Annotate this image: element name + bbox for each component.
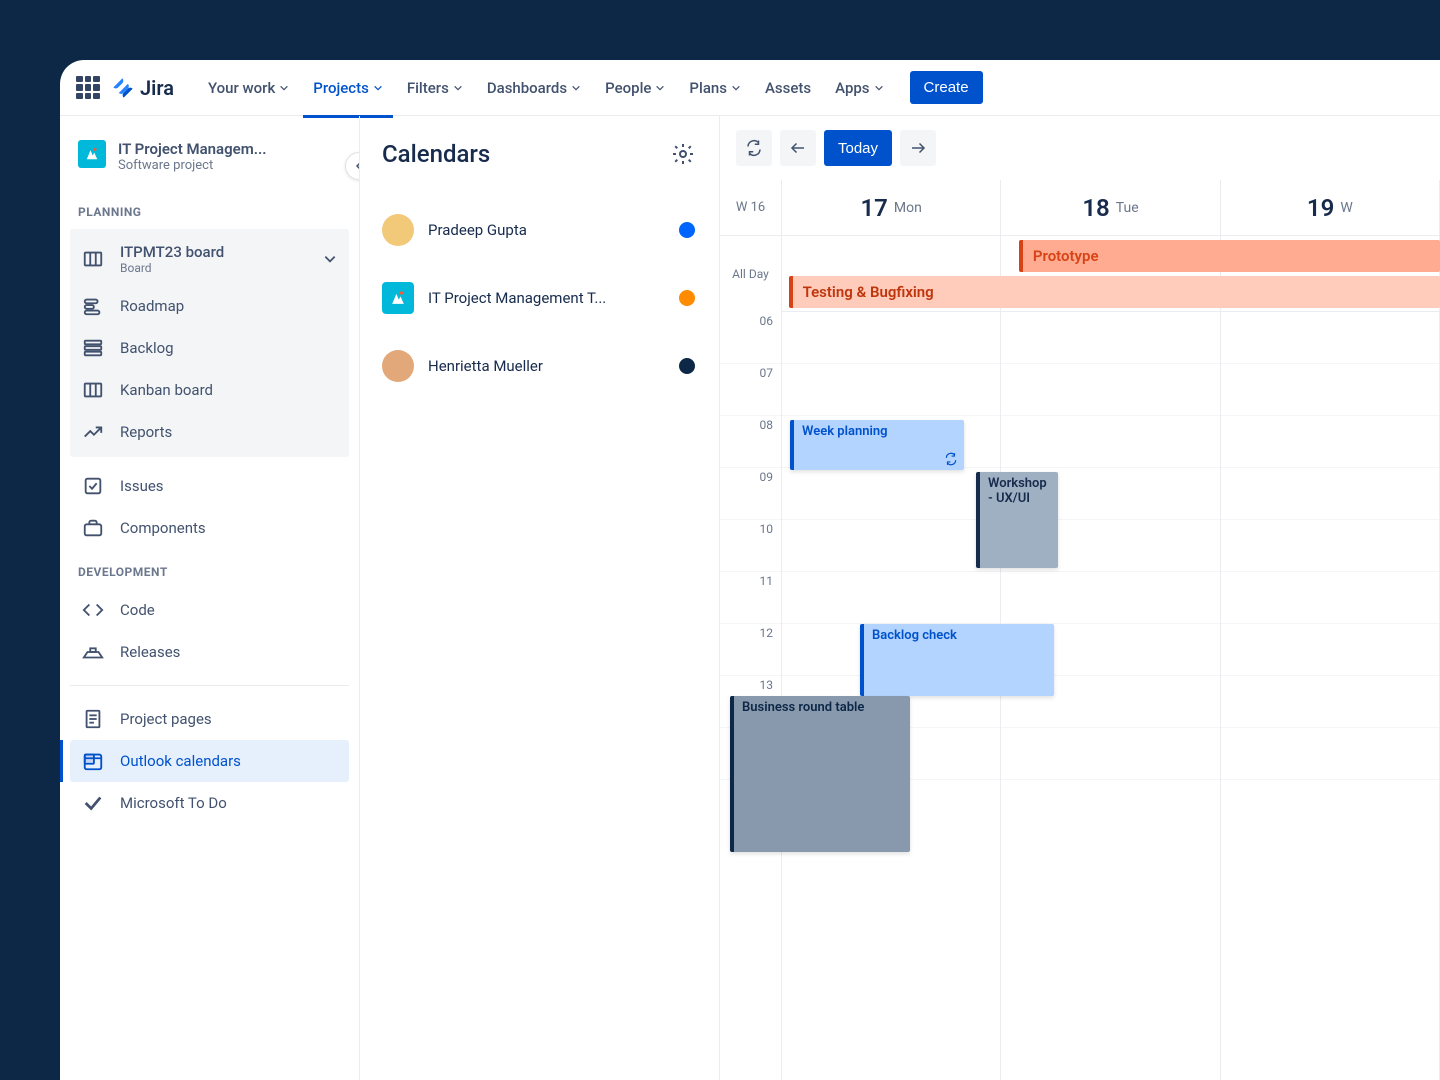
week-label: W 16 (736, 200, 765, 215)
sidebar-issues[interactable]: Issues (70, 465, 349, 507)
project-name: IT Project Managem... (118, 140, 267, 158)
calendar-toolbar: Today (720, 116, 1440, 180)
chevron-down-icon (453, 83, 463, 93)
gear-icon[interactable] (671, 142, 695, 166)
page-icon (82, 708, 104, 730)
nav-projects[interactable]: Projects (303, 73, 393, 103)
app-switcher-icon[interactable] (76, 76, 100, 100)
allday-label: All Day (720, 236, 781, 312)
components-icon (82, 517, 104, 539)
arrow-left-icon (789, 139, 807, 157)
next-button[interactable] (900, 130, 936, 166)
sidebar-project-pages[interactable]: Project pages (70, 698, 349, 740)
sidebar-board-selector[interactable]: ITPMT23 board Board (70, 233, 349, 285)
project-type: Software project (118, 158, 267, 173)
calendar-name: IT Project Management T... (428, 289, 665, 307)
calendar-item[interactable]: IT Project Management T... (382, 264, 695, 332)
divider (70, 685, 349, 686)
calendar-event[interactable]: Business round table (730, 696, 910, 852)
calendar-color-dot (679, 290, 695, 306)
outlook-calendar-icon (82, 750, 104, 772)
sidebar-components[interactable]: Components (70, 507, 349, 549)
sidebar-roadmap[interactable]: Roadmap (70, 285, 349, 327)
nav-plans[interactable]: Plans (679, 73, 751, 103)
kanban-icon (82, 379, 104, 401)
chevron-down-icon (373, 83, 383, 93)
sidebar: IT Project Managem... Software project P… (60, 116, 360, 1080)
sync-button[interactable] (736, 130, 772, 166)
calendars-title: Calendars (382, 140, 490, 168)
nav-assets[interactable]: Assets (755, 73, 821, 103)
calendar-color-dot (679, 222, 695, 238)
day-header[interactable]: 17Mon (782, 180, 1000, 236)
issues-icon (82, 475, 104, 497)
board-icon (82, 248, 104, 270)
calendar-name: Pradeep Gupta (428, 221, 665, 239)
sidebar-releases[interactable]: Releases (70, 631, 349, 673)
calendar-item[interactable]: Pradeep Gupta (382, 196, 695, 264)
calendars-panel: Calendars Pradeep Gupta IT Project Manage… (360, 116, 720, 1080)
time-label: 06 (720, 312, 781, 364)
sidebar-reports[interactable]: Reports (70, 411, 349, 453)
time-label: 09 (720, 468, 781, 520)
allday-event[interactable]: Testing & Bugfixing (789, 276, 1440, 308)
sidebar-backlog[interactable]: Backlog (70, 327, 349, 369)
time-label: 11 (720, 572, 781, 624)
sync-icon (745, 139, 763, 157)
sync-icon (944, 452, 958, 466)
sidebar-code[interactable]: Code (70, 589, 349, 631)
time-label: 07 (720, 364, 781, 416)
nav-people[interactable]: People (595, 73, 675, 103)
calendar-avatar (382, 282, 414, 314)
project-avatar-icon (78, 140, 106, 168)
roadmap-icon (82, 295, 104, 317)
nav-dashboards[interactable]: Dashboards (477, 73, 591, 103)
time-label: 10 (720, 520, 781, 572)
code-icon (82, 599, 104, 621)
day-header[interactable]: 19W (1221, 180, 1439, 236)
calendar-event[interactable]: Workshop - UX/UI (976, 472, 1058, 568)
calendar-item[interactable]: Henrietta Mueller (382, 332, 695, 400)
chevron-down-icon (874, 83, 884, 93)
create-button[interactable]: Create (910, 71, 983, 104)
calendar-name: Henrietta Mueller (428, 357, 665, 375)
section-planning-label: PLANNING (70, 189, 349, 229)
section-development-label: DEVELOPMENT (70, 549, 349, 589)
calendar-avatar (382, 214, 414, 246)
allday-event[interactable]: Prototype (1019, 240, 1440, 272)
arrow-right-icon (909, 139, 927, 157)
jira-logo[interactable]: Jira (112, 76, 174, 100)
prev-button[interactable] (780, 130, 816, 166)
chevron-down-icon (571, 83, 581, 93)
nav-filters[interactable]: Filters (397, 73, 473, 103)
releases-icon (82, 641, 104, 663)
chevron-down-icon (731, 83, 741, 93)
nav-your-work[interactable]: Your work (198, 73, 299, 103)
brand-label: Jira (140, 76, 174, 100)
project-header[interactable]: IT Project Managem... Software project (70, 140, 349, 189)
time-label: 08 (720, 416, 781, 468)
reports-icon (82, 421, 104, 443)
today-button[interactable]: Today (824, 130, 892, 166)
calendar-event[interactable]: Week planning (790, 420, 964, 470)
chevron-left-icon (353, 160, 360, 172)
sidebar-microsoft-todo[interactable]: Microsoft To Do (70, 782, 349, 824)
calendar-color-dot (679, 358, 695, 374)
sidebar-kanban[interactable]: Kanban board (70, 369, 349, 411)
calendar-view: Today W 16 17Mon18Tue19W All Day Prototy… (720, 116, 1440, 1080)
calendar-event[interactable]: Backlog check (860, 624, 1054, 696)
jira-icon (112, 77, 134, 99)
time-label: 12 (720, 624, 781, 676)
nav-items: Your work Projects Filters Dashboards Pe… (198, 73, 894, 103)
chevron-down-icon (279, 83, 289, 93)
chevron-down-icon (323, 252, 337, 266)
day-header[interactable]: 18Tue (1001, 180, 1219, 236)
calendar-avatar (382, 350, 414, 382)
sidebar-outlook-calendars[interactable]: Outlook calendars (70, 740, 349, 782)
nav-apps[interactable]: Apps (825, 73, 893, 103)
chevron-down-icon (655, 83, 665, 93)
top-nav: Jira Your work Projects Filters Dashboar… (60, 60, 1440, 116)
backlog-icon (82, 337, 104, 359)
check-icon (82, 792, 104, 814)
